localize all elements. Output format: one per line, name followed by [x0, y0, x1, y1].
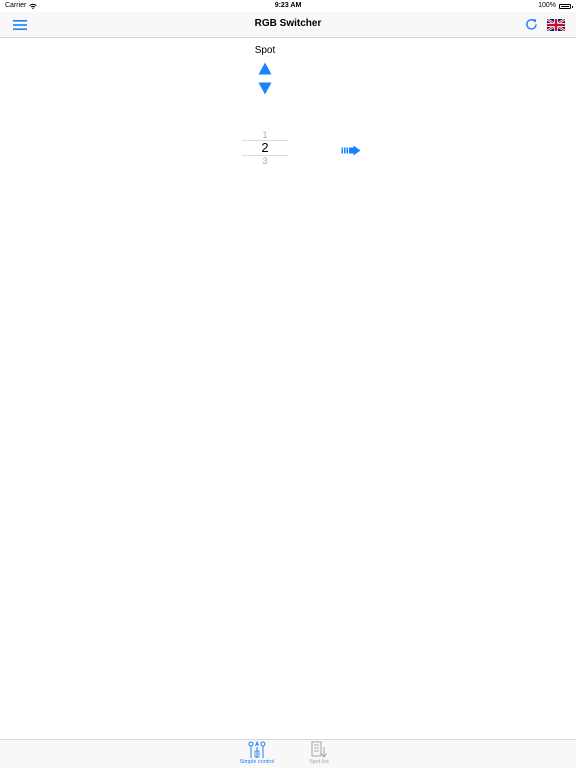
status-right: 100%	[538, 0, 573, 12]
uk-flag-icon	[546, 18, 566, 32]
tab-bar: Simple control Spot list	[0, 739, 576, 768]
tab-label: Simple control	[239, 759, 275, 765]
tab-spot-list[interactable]: Spot list	[294, 740, 344, 768]
battery-icon	[559, 3, 573, 9]
send-button[interactable]	[341, 143, 361, 156]
spot-picker[interactable]: 1 2 3	[240, 128, 290, 170]
app-screen: Carrier 9:23 AM 100% RGB Switcher Spot 1…	[0, 0, 576, 768]
spot-down-button[interactable]	[258, 82, 272, 95]
triangle-up-icon	[258, 62, 272, 75]
page-title: RGB Switcher	[254, 18, 322, 29]
picker-item[interactable]: 3	[240, 156, 290, 166]
send-arrow-icon	[341, 145, 361, 156]
list-icon	[311, 741, 327, 758]
picker-item-selected[interactable]: 2	[240, 140, 290, 155]
status-time: 9:23 AM	[274, 2, 302, 9]
tab-simple-control[interactable]: Simple control	[232, 740, 282, 768]
sliders-icon	[248, 741, 266, 758]
spot-label: Spot	[254, 45, 276, 56]
tab-label: Spot list	[309, 759, 329, 765]
language-button[interactable]	[546, 18, 566, 32]
triangle-down-icon	[258, 82, 272, 95]
picker-item[interactable]: 1	[240, 130, 290, 140]
battery-percent: 100%	[538, 2, 556, 9]
refresh-icon	[526, 19, 537, 30]
status-bar: Carrier 9:23 AM 100%	[0, 0, 576, 12]
refresh-button[interactable]	[525, 17, 538, 31]
navigation-bar: RGB Switcher	[0, 12, 576, 38]
spot-up-button[interactable]	[258, 62, 272, 75]
